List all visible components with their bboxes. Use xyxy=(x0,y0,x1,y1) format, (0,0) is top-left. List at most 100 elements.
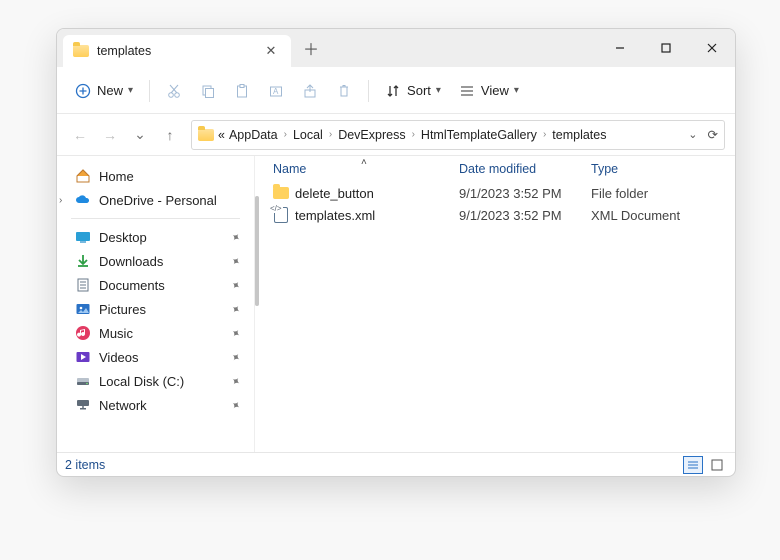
window-controls xyxy=(597,29,735,67)
new-icon xyxy=(75,83,91,99)
chevron-right-icon: › xyxy=(541,129,548,140)
sidebar-item[interactable]: Documents✦ xyxy=(57,273,254,297)
file-date: 9/1/2023 3:52 PM xyxy=(459,208,591,223)
maximize-button[interactable] xyxy=(643,29,689,67)
close-button[interactable] xyxy=(689,29,735,67)
sort-asc-icon: ˄ xyxy=(361,157,367,168)
videos-icon xyxy=(75,349,91,365)
pin-icon: ✦ xyxy=(228,301,243,317)
sidebar-item[interactable]: Downloads ✦ xyxy=(57,249,254,273)
file-row[interactable]: delete_button9/1/2023 3:52 PMFile folder xyxy=(255,182,735,204)
separator xyxy=(149,80,150,102)
column-headers: Name ˄ Date modified Type xyxy=(255,156,735,182)
breadcrumb-item[interactable]: Local xyxy=(293,128,323,142)
up-button[interactable]: ↑ xyxy=(161,127,179,143)
xml-icon xyxy=(273,207,289,223)
new-tab-button[interactable]: ＋ xyxy=(291,29,331,67)
body: Home › OneDrive - Personal Desktop✦Downl… xyxy=(57,156,735,452)
pin-icon: ✦ xyxy=(228,349,243,365)
file-date: 9/1/2023 3:52 PM xyxy=(459,186,591,201)
recent-button[interactable]: ⌄ xyxy=(131,126,149,143)
copy-button[interactable] xyxy=(192,75,224,107)
column-label: Name xyxy=(273,162,306,176)
delete-icon xyxy=(336,83,352,99)
view-icon xyxy=(459,83,475,99)
share-button[interactable] xyxy=(294,75,326,107)
delete-button[interactable] xyxy=(328,75,360,107)
back-button[interactable]: ← xyxy=(71,127,89,143)
folder-icon xyxy=(198,127,214,143)
cut-icon xyxy=(166,83,182,99)
folder-icon xyxy=(273,185,289,201)
chevron-right-icon[interactable]: › xyxy=(59,195,62,206)
music-icon xyxy=(75,325,91,341)
sidebar-item[interactable]: Local Disk (C:)✦ xyxy=(57,369,254,393)
file-name: delete_button xyxy=(295,186,374,201)
desktop-icon xyxy=(75,229,91,245)
column-type[interactable]: Type xyxy=(591,162,735,176)
titlebar: templates ✕ ＋ xyxy=(57,29,735,67)
paste-button[interactable] xyxy=(226,75,258,107)
pin-icon: ✦ xyxy=(228,253,243,269)
sidebar-item[interactable]: Desktop ✦ xyxy=(57,225,254,249)
rename-button[interactable]: A xyxy=(260,75,292,107)
sidebar-item[interactable]: Network✦ xyxy=(57,393,254,417)
view-button[interactable]: View ▾ xyxy=(451,75,527,107)
sidebar-item-label: Pictures xyxy=(99,302,146,317)
sidebar-item-home[interactable]: Home xyxy=(57,164,254,188)
pin-icon: ✦ xyxy=(228,325,243,341)
file-row[interactable]: templates.xml9/1/2023 3:52 PMXML Documen… xyxy=(255,204,735,226)
chevron-right-icon: › xyxy=(410,129,417,140)
refresh-button[interactable]: ⟳ xyxy=(708,127,718,142)
paste-icon xyxy=(234,83,250,99)
sort-button[interactable]: Sort ▾ xyxy=(377,75,449,107)
breadcrumb-item[interactable]: DevExpress xyxy=(338,128,405,142)
breadcrumb-item[interactable]: templates xyxy=(552,128,606,142)
chevron-right-icon: › xyxy=(282,129,289,140)
folder-icon xyxy=(73,43,89,59)
item-count: 2 items xyxy=(65,458,105,472)
sidebar-item[interactable]: Pictures ✦ xyxy=(57,297,254,321)
close-tab-button[interactable]: ✕ xyxy=(261,43,281,59)
home-icon xyxy=(75,168,91,184)
column-label: Date modified xyxy=(459,162,536,176)
chevron-down-icon: ▾ xyxy=(436,85,441,96)
pin-icon: ✦ xyxy=(228,229,243,245)
active-tab[interactable]: templates ✕ xyxy=(63,35,291,67)
new-label: New xyxy=(97,83,123,98)
onedrive-icon xyxy=(75,192,91,208)
sidebar-item-label: Network xyxy=(99,398,147,413)
sidebar-item-label: Documents xyxy=(99,278,165,293)
minimize-button[interactable] xyxy=(597,29,643,67)
chevron-down-icon: ▾ xyxy=(128,85,133,96)
new-button[interactable]: New ▾ xyxy=(67,75,141,107)
sidebar-item-label: Downloads xyxy=(99,254,163,269)
download-icon xyxy=(75,253,91,269)
column-name[interactable]: Name ˄ xyxy=(273,162,459,176)
breadcrumb-prefix: « xyxy=(218,128,225,142)
pictures-icon xyxy=(75,301,91,317)
address-bar[interactable]: « AppData › Local › DevExpress › HtmlTempla… xyxy=(191,120,725,150)
separator xyxy=(71,218,240,219)
status-bar: 2 items xyxy=(57,452,735,476)
breadcrumb-item[interactable]: HtmlTemplateGallery xyxy=(421,128,537,142)
forward-button[interactable]: → xyxy=(101,127,119,143)
scrollbar[interactable] xyxy=(254,158,260,434)
chevron-down-icon[interactable]: ⌄ xyxy=(688,128,697,141)
svg-text:A: A xyxy=(273,87,279,96)
sidebar-item-label: Videos xyxy=(99,350,139,365)
breadcrumb-item[interactable]: AppData xyxy=(229,128,278,142)
document-icon xyxy=(75,277,91,293)
sidebar-item[interactable]: Music ✦ xyxy=(57,321,254,345)
sidebar-item-onedrive[interactable]: › OneDrive - Personal xyxy=(57,188,254,212)
sort-icon xyxy=(385,83,401,99)
thumbnails-view-button[interactable] xyxy=(707,456,727,474)
sidebar-item[interactable]: Videos ✦ xyxy=(57,345,254,369)
column-date[interactable]: Date modified xyxy=(459,162,591,176)
sidebar-item-label: Music xyxy=(99,326,133,341)
details-view-button[interactable] xyxy=(683,456,703,474)
sidebar-item-label: Desktop xyxy=(99,230,147,245)
sidebar-item-label: OneDrive - Personal xyxy=(99,193,217,208)
share-icon xyxy=(302,83,318,99)
cut-button[interactable] xyxy=(158,75,190,107)
